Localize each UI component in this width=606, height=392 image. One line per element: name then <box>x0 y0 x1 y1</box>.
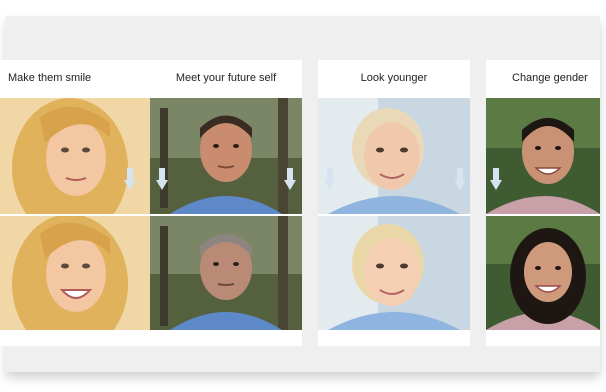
photo-before <box>486 98 600 214</box>
photo-after <box>318 216 470 330</box>
card-meet-your-future-self: Meet your future self <box>150 60 302 346</box>
card-label: Look younger <box>360 72 428 84</box>
photo-after <box>0 216 152 330</box>
down-arrow-icon <box>454 168 466 190</box>
panel-footer <box>6 346 600 372</box>
down-arrow-icon <box>284 168 296 190</box>
down-arrow-icon <box>156 168 168 190</box>
photo-after <box>486 216 600 330</box>
card-look-younger: Look younger <box>318 60 470 346</box>
card-make-them-smile: Make them smile <box>0 60 152 346</box>
card-label: Meet your future self <box>175 72 277 84</box>
photo-before <box>318 98 470 214</box>
showcase-panel: Make them smile Meet your future self Lo… <box>0 16 600 372</box>
down-arrow-icon <box>490 168 502 190</box>
photo-before <box>0 98 152 214</box>
card-label: Change gender <box>512 72 588 84</box>
card-label: Make them smile <box>8 72 92 84</box>
down-arrow-icon <box>324 168 336 190</box>
down-arrow-icon <box>124 168 136 190</box>
photo-after <box>150 216 302 330</box>
card-change-gender: Change gender <box>486 60 600 346</box>
photo-before <box>150 98 302 214</box>
